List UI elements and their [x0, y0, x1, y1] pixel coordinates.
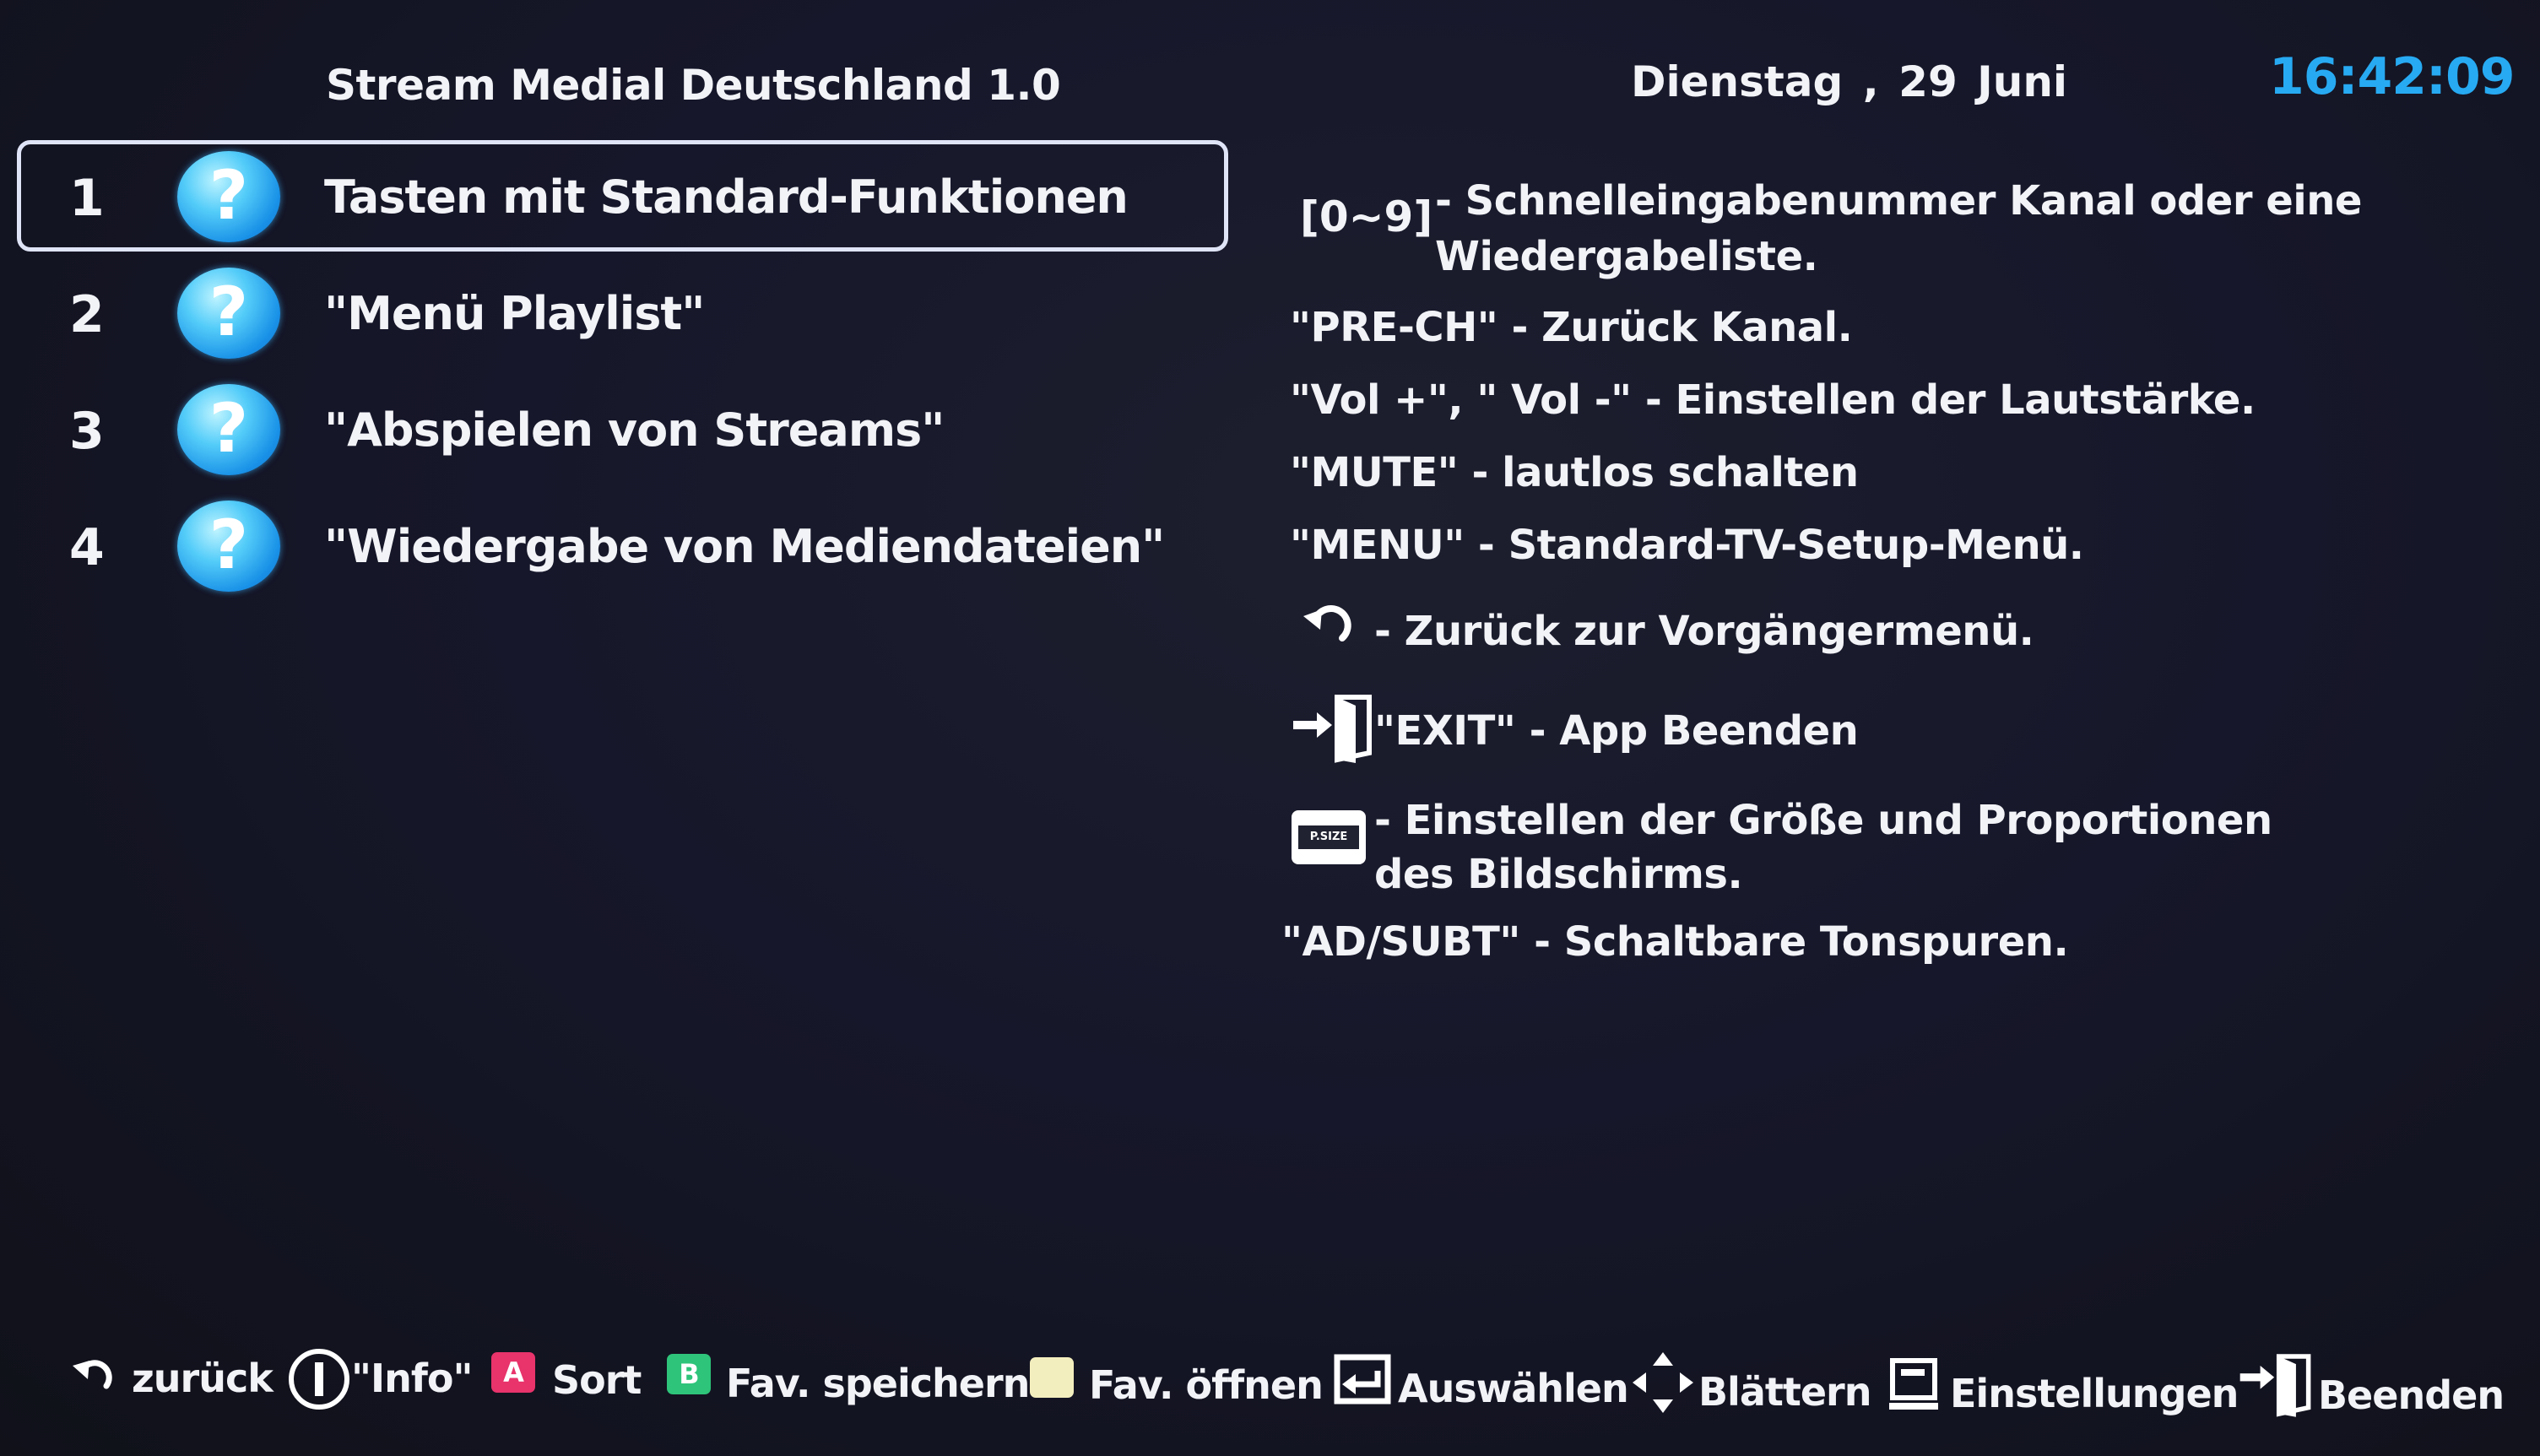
- green-key-icon: B: [667, 1354, 711, 1394]
- exit-icon: [1293, 695, 1372, 763]
- menu-item-standard-keys[interactable]: 1 ? Tasten mit Standard-Funktionen: [0, 138, 1249, 255]
- volume-description: "Vol +", " Vol -" - Einstellen der Lauts…: [1290, 376, 2256, 424]
- menu-item-number: 4: [69, 518, 105, 577]
- prech-description: "PRE-CH" - Zurück Kanal.: [1290, 304, 1853, 351]
- exit-description: "EXIT" - App Beenden: [1374, 707, 1859, 755]
- help-icon: ?: [177, 501, 280, 592]
- digits-description: - Schnelleingabenummer Kanal oder eine W…: [1435, 177, 2362, 280]
- bottom-bar: zurück "Info" A Sort B Fav. speichern Fa…: [0, 1334, 2540, 1435]
- menu-item-label: "Wiedergabe von Mediendateien": [324, 520, 1165, 573]
- psize-description: - Einstellen der Größe und Proportionen …: [1374, 797, 2272, 898]
- menu-item-label: Tasten mit Standard-Funktionen: [324, 170, 1129, 224]
- info-icon: [289, 1349, 349, 1410]
- exit-label: Beenden: [2318, 1372, 2505, 1418]
- menu-item-number: 1: [69, 169, 105, 228]
- select-label: Auswählen: [1398, 1366, 1629, 1411]
- fav-open-label: Fav. öffnen: [1089, 1362, 1324, 1408]
- menu-item-number: 2: [69, 285, 105, 344]
- return-description: - Zurück zur Vorgängermenü.: [1374, 608, 2034, 655]
- sort-label: Sort: [552, 1357, 642, 1403]
- info-panel: [0~9] - Schnelleingabenummer Kanal oder …: [1266, 0, 2532, 1456]
- enter-icon: [1334, 1354, 1391, 1405]
- menu-item-label: "Menü Playlist": [324, 287, 705, 340]
- scroll-label: Blättern: [1698, 1369, 1871, 1415]
- menu-description: "MENU" - Standard-TV-Setup-Menü.: [1290, 522, 2084, 569]
- mute-description: "MUTE" - lautlos schalten: [1290, 449, 1859, 496]
- menu-item-playlist[interactable]: 2 ? "Menü Playlist": [0, 255, 1249, 371]
- help-menu: 1 ? Tasten mit Standard-Funktionen 2 ? "…: [0, 138, 1249, 604]
- psize-key-label: P.SIZE: [1298, 825, 1359, 849]
- fav-save-label: Fav. speichern: [726, 1361, 1030, 1406]
- adsubt-description: "AD/SUBT" - Schaltbare Tonspuren.: [1281, 918, 2069, 966]
- digits-key-label: [0~9]: [1300, 192, 1433, 241]
- help-icon: ?: [177, 151, 280, 242]
- menu-item-media-files[interactable]: 4 ? "Wiedergabe von Mediendateien": [0, 488, 1249, 604]
- menu-item-number: 3: [69, 402, 105, 461]
- settings-label: Einstellungen: [1950, 1371, 2239, 1416]
- menu-item-label: "Abspielen von Streams": [324, 403, 945, 457]
- return-icon: [1303, 605, 1351, 641]
- red-key-icon: A: [491, 1352, 535, 1393]
- info-label: "Info": [351, 1356, 473, 1401]
- tools-icon: [1889, 1358, 1938, 1410]
- return-icon: [73, 1360, 112, 1389]
- psize-icon: P.SIZE: [1292, 810, 1366, 864]
- help-icon: ?: [177, 384, 280, 475]
- exit-icon: [2239, 1354, 2311, 1417]
- help-icon: ?: [177, 268, 280, 359]
- menu-item-streams[interactable]: 3 ? "Abspielen von Streams": [0, 371, 1249, 488]
- yellow-key-icon: [1030, 1357, 1074, 1398]
- back-label: zurück: [132, 1356, 273, 1401]
- app-title: Stream Medial Deutschland 1.0: [326, 61, 1061, 110]
- arrows-icon: [1633, 1352, 1693, 1413]
